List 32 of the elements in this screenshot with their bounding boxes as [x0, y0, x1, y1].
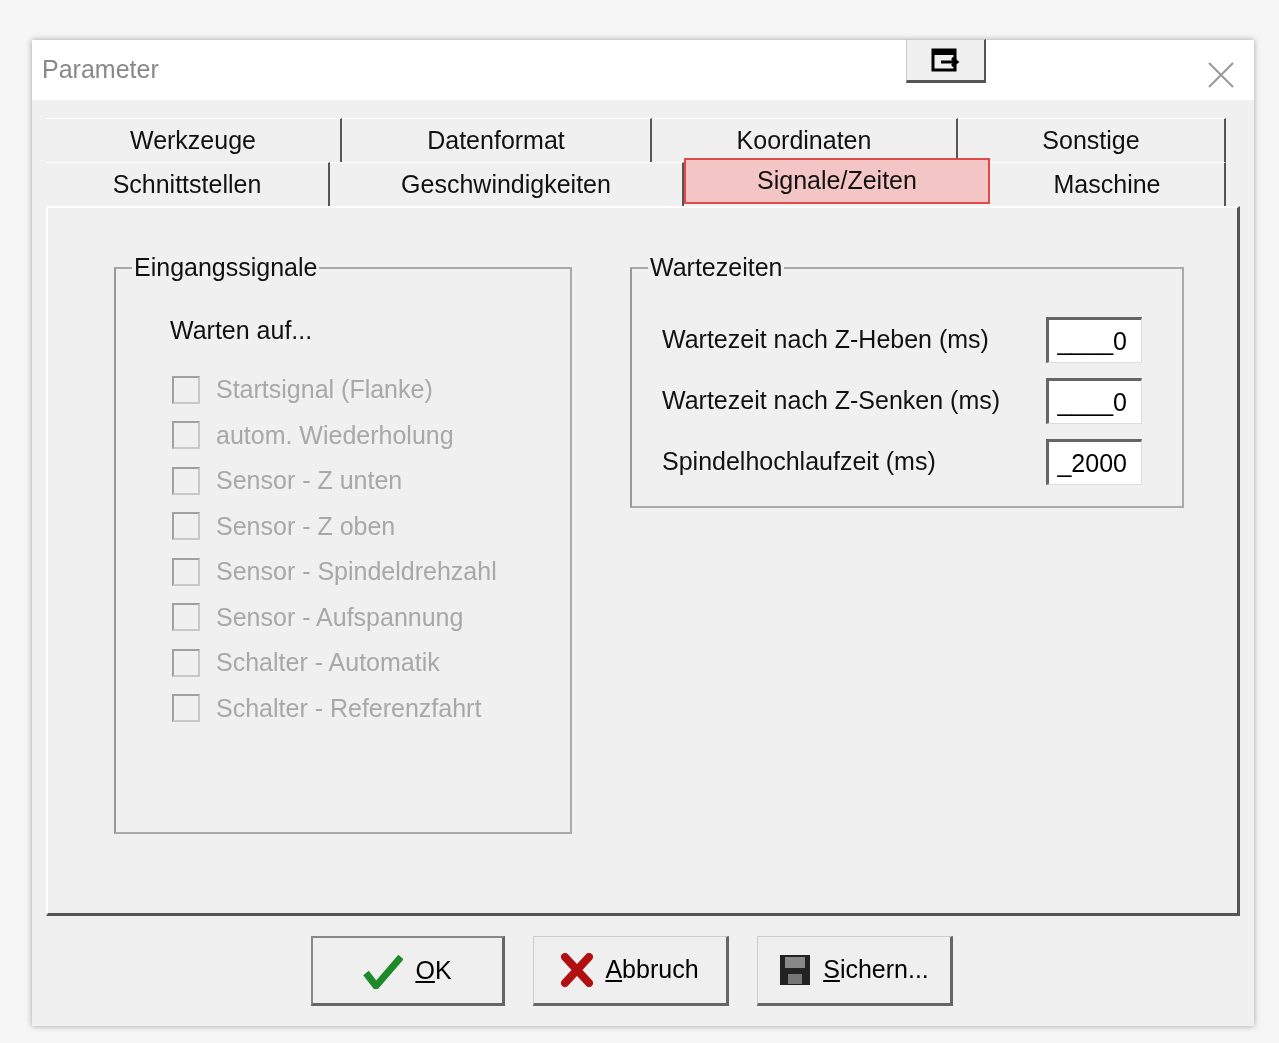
window-arrow-icon: [930, 48, 961, 72]
group-title: Eingangssignale: [133, 254, 319, 282]
checkbox-label: Sensor - Spindeldrehzahl: [216, 556, 497, 587]
checkbox-label: Schalter - Referenzfahrt: [216, 692, 482, 724]
checkbox-label: Schalter - Automatik: [216, 647, 440, 678]
tab[interactable]: Sonstige: [958, 118, 1226, 162]
tab[interactable]: Maschine: [990, 162, 1226, 206]
window-title: Parameter: [42, 54, 159, 86]
input-field[interactable]: ____0: [1046, 378, 1142, 424]
tab[interactable]: Schnittstellen: [46, 162, 330, 206]
input-field[interactable]: ____0: [1046, 317, 1142, 363]
dialog-button[interactable]: OK: [311, 936, 505, 1006]
checkbox-label: Startsignal (Flanke): [216, 374, 433, 405]
checkbox-label: Sensor - Z unten: [216, 465, 403, 496]
tab[interactable]: Werkzeuge: [46, 118, 342, 162]
tab[interactable]: Datenformat: [342, 118, 652, 162]
check-icon: [363, 952, 404, 989]
checkbox-label: autom. Wiederholung: [216, 419, 454, 451]
window-button[interactable]: [906, 39, 986, 83]
checkbox-label: Sensor - Z oben: [216, 510, 396, 542]
tab[interactable]: Signale/Zeiten: [684, 158, 990, 204]
dialog-button[interactable]: Sichern...: [757, 936, 953, 1006]
input-field[interactable]: _2000: [1046, 439, 1142, 485]
checkbox-label: Sensor - Aufspannung: [216, 601, 464, 633]
group-title: Wartezeiten: [649, 254, 784, 282]
group-subtitle: Warten auf...: [170, 314, 314, 346]
field-label: Spindelhochlaufzeit (ms): [662, 446, 937, 478]
dialog-button[interactable]: Abbruch: [533, 936, 729, 1006]
tab[interactable]: Geschwindigkeiten: [330, 162, 684, 206]
field-label: Wartezeit nach Z-Heben (ms): [662, 324, 990, 356]
cross-icon: [561, 953, 594, 987]
field-label: Wartezeit nach Z-Senken (ms): [662, 385, 1002, 417]
